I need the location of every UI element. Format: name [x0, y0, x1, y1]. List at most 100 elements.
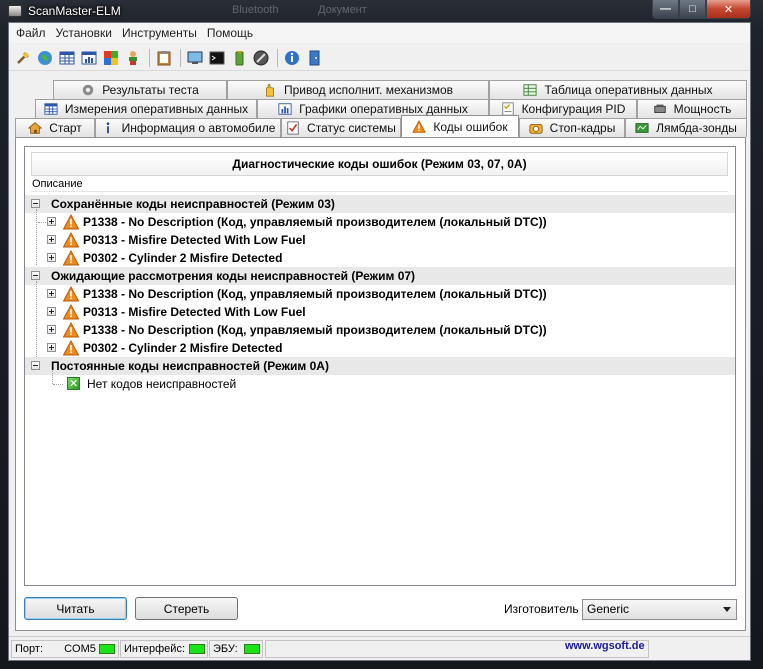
- dtc-text: P0302 - Cylinder 2 Misfire Detected: [83, 251, 283, 265]
- door-icon[interactable]: [304, 48, 324, 68]
- tab-lambda-sensors[interactable]: Лямбда-зонды: [625, 118, 747, 137]
- menu-file[interactable]: Файл: [11, 26, 51, 40]
- info-icon: [106, 122, 109, 134]
- dtc-group-pending[interactable]: Ожидающие рассмотрения коды неисправност…: [25, 267, 735, 285]
- dtc-text: P1338 - No Description (Код, управляемый…: [83, 215, 547, 229]
- application-window: ScanMaster-ELM Bluetooth Документ — □ ✕ …: [0, 0, 763, 669]
- dtc-text: P0313 - Misfire Detected With Low Fuel: [83, 305, 306, 319]
- engine-icon: [653, 104, 666, 113]
- read-button[interactable]: Читать: [24, 597, 127, 620]
- tab-label: Таблица оперативных данных: [544, 83, 713, 97]
- tab-label: Статус системы: [307, 121, 396, 135]
- person-icon[interactable]: [123, 48, 143, 68]
- manufacturer-value: Generic: [587, 602, 630, 616]
- collapse-icon[interactable]: [31, 199, 40, 208]
- interface-led: [189, 644, 205, 654]
- interface-panel: Интерфейс:: [120, 640, 208, 658]
- dtc-text: P0302 - Cylinder 2 Misfire Detected: [83, 341, 283, 355]
- tree-line: [38, 222, 46, 223]
- battery-icon[interactable]: [229, 48, 249, 68]
- monitor-icon[interactable]: [185, 48, 205, 68]
- tab-vehicle-info[interactable]: Информация о автомобиле: [95, 118, 281, 137]
- tab-test-results[interactable]: Результаты теста: [53, 80, 227, 99]
- group-title: Постоянные коды неисправностей (Режим 0A…: [51, 359, 329, 373]
- tab-start[interactable]: Старт: [15, 118, 95, 137]
- collapse-icon[interactable]: [31, 361, 40, 370]
- gear-icon: [82, 84, 94, 96]
- tab-freeze-frames[interactable]: Стоп-кадры: [519, 118, 625, 137]
- chart-icon: [278, 103, 292, 115]
- warning-icon: [63, 214, 79, 230]
- expand-icon[interactable]: [47, 217, 56, 226]
- dtc-item[interactable]: P0313 - Misfire Detected With Low Fuel: [25, 303, 735, 321]
- tab-label: Графики оперативных данных: [299, 102, 468, 116]
- globe-icon[interactable]: [35, 48, 55, 68]
- menu-settings[interactable]: Установки: [51, 26, 117, 40]
- tab-label: Старт: [49, 121, 82, 135]
- window-controls: — □ ✕: [652, 0, 751, 19]
- close-button[interactable]: ✕: [706, 0, 751, 19]
- tab-live-measurements[interactable]: Измерения оперативных данных: [35, 99, 257, 118]
- tool-icon[interactable]: [13, 48, 33, 68]
- expand-icon[interactable]: [47, 307, 56, 316]
- disc-icon[interactable]: [251, 48, 271, 68]
- expand-icon[interactable]: [47, 235, 56, 244]
- manufacturer-label: Изготовитель: [504, 602, 579, 616]
- no-codes-icon: [67, 375, 80, 393]
- dtc-item[interactable]: P0302 - Cylinder 2 Misfire Detected: [25, 249, 735, 267]
- expand-icon[interactable]: [47, 325, 56, 334]
- menu-tools[interactable]: Инструменты: [117, 26, 202, 40]
- dtc-item[interactable]: P1338 - No Description (Код, управляемый…: [25, 321, 735, 339]
- dtc-group-permanent[interactable]: Постоянные коды неисправностей (Режим 0A…: [25, 357, 735, 375]
- menu-help[interactable]: Помощь: [202, 26, 258, 40]
- dtc-group-stored[interactable]: Сохранённые коды неисправностей (Режим 0…: [25, 195, 735, 213]
- toolbar-separator: [180, 48, 181, 67]
- warning-icon: [63, 322, 79, 338]
- ecu-label: ЭБУ:: [213, 643, 238, 655]
- tab-actuators[interactable]: Привод исполнит. механизмов: [227, 80, 489, 99]
- tab-live-data-table[interactable]: Таблица оперативных данных: [489, 80, 747, 99]
- chart-icon[interactable]: [79, 48, 99, 68]
- collapse-icon[interactable]: [31, 271, 40, 280]
- port-label: Порт:: [15, 643, 43, 655]
- toolbar: [9, 45, 750, 71]
- title-bar[interactable]: ScanMaster-ELM Bluetooth Документ — □ ✕: [0, 0, 763, 22]
- expand-icon[interactable]: [47, 289, 56, 298]
- dtc-tree[interactable]: Диагностические коды ошибок (Режим 03, 0…: [24, 146, 736, 586]
- group-title: Сохранённые коды неисправностей (Режим 0…: [51, 197, 335, 211]
- maximize-button[interactable]: □: [679, 0, 706, 19]
- toolbar-separator: [149, 48, 150, 67]
- column-header-description[interactable]: Описание: [31, 177, 728, 192]
- clear-button[interactable]: Стереть: [135, 597, 238, 620]
- terminal-icon[interactable]: [207, 48, 227, 68]
- grid-icon[interactable]: [57, 48, 77, 68]
- status-check-icon: [287, 121, 299, 135]
- warning-icon: [63, 340, 79, 356]
- expand-icon[interactable]: [47, 343, 56, 352]
- tab-label: Измерения оперативных данных: [64, 102, 249, 116]
- manufacturer-select[interactable]: Generic: [582, 599, 737, 620]
- dtc-item[interactable]: P1338 - No Description (Код, управляемый…: [25, 213, 735, 231]
- flag-icon[interactable]: [101, 48, 121, 68]
- website-link[interactable]: www.wgsoft.de: [565, 640, 645, 652]
- grid-icon: [44, 103, 58, 115]
- tab-trouble-codes[interactable]: Коды ошибок: [401, 115, 519, 137]
- tab-power[interactable]: Мощность: [637, 99, 747, 118]
- tab-system-status[interactable]: Статус системы: [281, 118, 401, 137]
- dtc-tree-title: Диагностические коды ошибок (Режим 03, 0…: [31, 152, 728, 176]
- info-icon[interactable]: [282, 48, 302, 68]
- no-codes-item[interactable]: Нет кодов неисправностей: [25, 375, 735, 393]
- chevron-down-icon: [723, 607, 731, 612]
- dtc-item[interactable]: P0313 - Misfire Detected With Low Fuel: [25, 231, 735, 249]
- warning-icon: [63, 232, 79, 248]
- dtc-item[interactable]: P0302 - Cylinder 2 Misfire Detected: [25, 339, 735, 357]
- ecu-led: [244, 644, 260, 654]
- dtc-item[interactable]: P1338 - No Description (Код, управляемый…: [25, 285, 735, 303]
- table-icon: [523, 84, 538, 96]
- minimize-button[interactable]: —: [652, 0, 679, 19]
- menu-bar: Файл Установки Инструменты Помощь: [9, 23, 750, 43]
- expand-icon[interactable]: [47, 253, 56, 262]
- tab-label: Стоп-кадры: [549, 121, 616, 135]
- warning-icon: [63, 304, 79, 320]
- clipboard-icon[interactable]: [154, 48, 174, 68]
